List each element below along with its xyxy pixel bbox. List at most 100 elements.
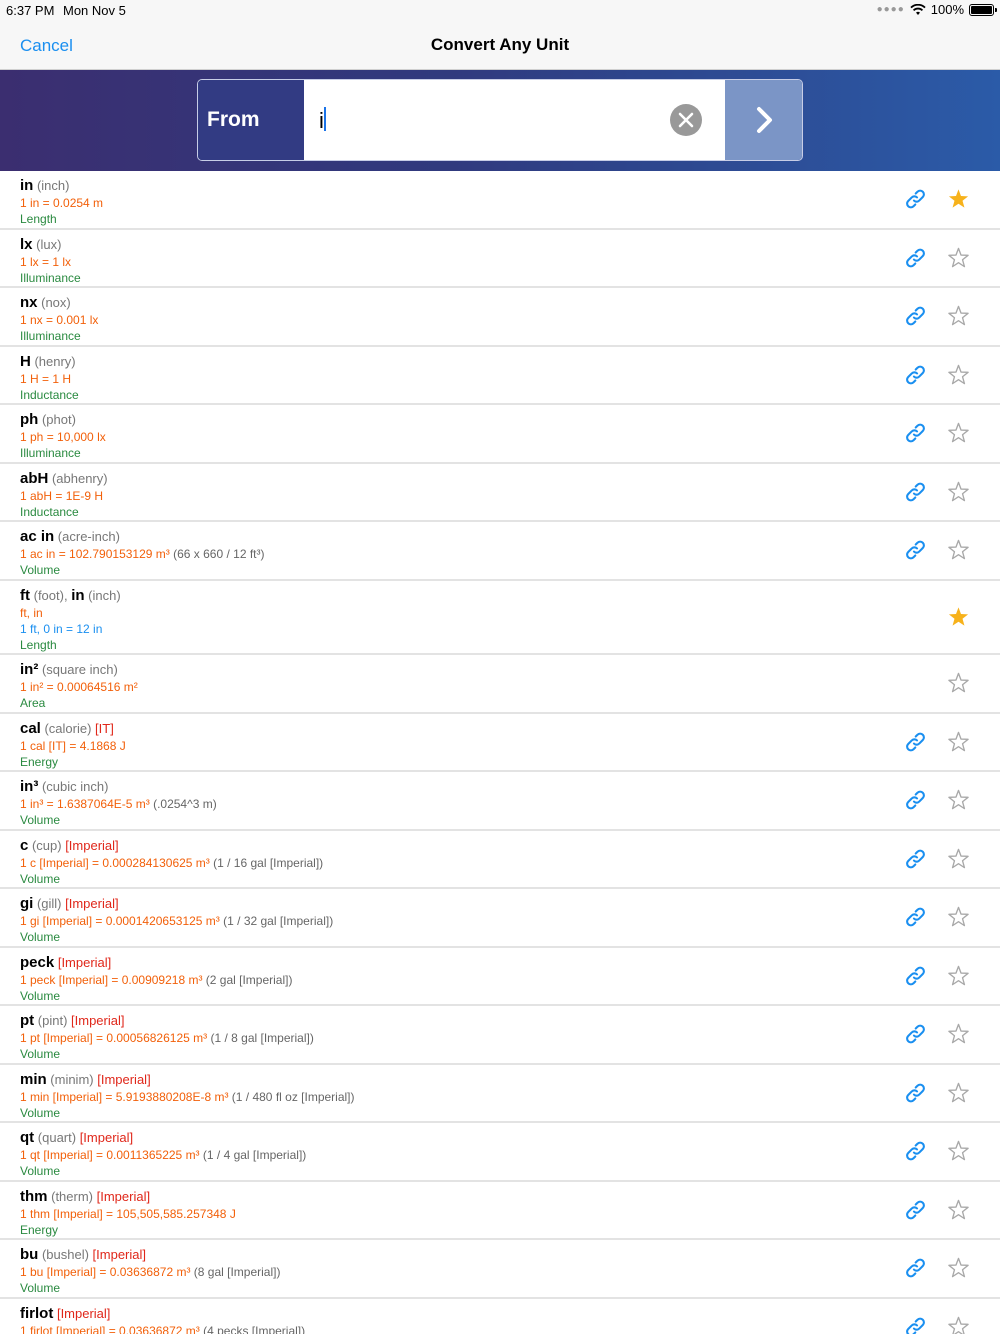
unit-name: (lux) bbox=[32, 236, 62, 252]
from-input[interactable]: i bbox=[304, 80, 725, 160]
unit-symbol: thm bbox=[20, 1187, 48, 1205]
unit-row[interactable]: ph (phot) 1 ph = 10,000 lx Illuminance bbox=[0, 405, 1000, 464]
unit-category: Volume bbox=[20, 930, 61, 944]
unit-row[interactable]: peck [Imperial] 1 peck [Imperial] = 0.009… bbox=[0, 948, 1000, 1006]
unit-symbol: abH bbox=[20, 469, 49, 487]
unit-title: abH (abhenry) bbox=[20, 470, 980, 487]
link-icon[interactable] bbox=[903, 1256, 928, 1281]
star-outline-icon[interactable] bbox=[947, 422, 970, 445]
link-icon[interactable] bbox=[903, 1314, 928, 1334]
star-outline-icon[interactable] bbox=[947, 480, 970, 503]
unit-formula: 1 ph = 10,000 lx bbox=[20, 430, 106, 444]
unit-row[interactable]: in (inch) 1 in = 0.0254 m Length bbox=[0, 171, 1000, 230]
link-icon[interactable] bbox=[903, 362, 928, 387]
link-icon[interactable] bbox=[903, 1080, 928, 1105]
unit-formula-line: 1 lx = 1 lx bbox=[20, 254, 980, 270]
unit-name: (square inch) bbox=[38, 662, 118, 677]
link-icon[interactable] bbox=[903, 538, 928, 563]
star-filled-icon[interactable] bbox=[947, 605, 970, 628]
link-icon[interactable] bbox=[903, 905, 928, 930]
star-outline-icon[interactable] bbox=[947, 1198, 970, 1221]
unit-symbol: qt bbox=[20, 1129, 35, 1146]
unit-category: Volume bbox=[20, 871, 61, 886]
star-outline-icon[interactable] bbox=[947, 539, 970, 562]
star-outline-icon[interactable] bbox=[947, 906, 970, 929]
unit-title: firlot [Imperial] bbox=[20, 1305, 980, 1322]
unit-row[interactable]: qt (quart) [Imperial] 1 qt [Imperial] = 0… bbox=[0, 1123, 1000, 1182]
unit-formula-line: 1 ph = 10,000 lx bbox=[20, 429, 980, 445]
unit-row[interactable]: firlot [Imperial] 1 firlot [Imperial] = 0… bbox=[0, 1299, 1000, 1334]
unit-title: ph (phot) bbox=[20, 411, 980, 428]
unit-row[interactable]: min (minim) [Imperial] 1 min [Imperial] =… bbox=[0, 1065, 1000, 1123]
unit-formula-line: 1 thm [Imperial] = 105,505,585.257348 J bbox=[20, 1206, 980, 1222]
link-icon[interactable] bbox=[903, 1139, 928, 1164]
unit-name: (pint) bbox=[34, 1013, 72, 1028]
star-outline-icon[interactable] bbox=[947, 847, 970, 870]
link-icon[interactable] bbox=[903, 846, 928, 871]
unit-name: (minim) bbox=[46, 1071, 98, 1087]
unit-category: Volume bbox=[20, 1105, 61, 1120]
unit-row[interactable]: thm (therm) [Imperial] 1 thm [Imperial] =… bbox=[0, 1182, 1000, 1240]
unit-example: 1 ft, 0 in = 12 in bbox=[20, 621, 103, 636]
unit-formula: 1 in² = 0.00064516 m² bbox=[20, 680, 138, 694]
link-icon[interactable] bbox=[903, 245, 928, 270]
clear-button[interactable] bbox=[670, 104, 702, 136]
link-icon[interactable] bbox=[903, 1022, 928, 1047]
link-icon[interactable] bbox=[903, 963, 928, 988]
unit-row[interactable]: H (henry) 1 H = 1 H Inductance bbox=[0, 347, 1000, 405]
unit-title: gi (gill) [Imperial] bbox=[20, 895, 980, 912]
star-outline-icon[interactable] bbox=[947, 1081, 970, 1104]
star-outline-icon[interactable] bbox=[947, 363, 970, 386]
link-icon[interactable] bbox=[903, 421, 928, 446]
unit-row[interactable]: ft (foot), in (inch) ft, in 1 ft, 0 in = 1… bbox=[0, 581, 1000, 655]
link-icon[interactable] bbox=[903, 729, 928, 754]
unit-formula-line: 1 H = 1 H bbox=[20, 371, 980, 387]
link-icon[interactable] bbox=[903, 479, 928, 504]
unit-qualifier: [Imperial] bbox=[79, 1130, 134, 1145]
unit-category: Energy bbox=[20, 754, 59, 769]
star-outline-icon[interactable] bbox=[947, 1140, 970, 1163]
unit-row[interactable]: in² (square inch) 1 in² = 0.00064516 m² Ar… bbox=[0, 655, 1000, 714]
star-outline-icon[interactable] bbox=[947, 246, 970, 269]
star-outline-icon[interactable] bbox=[947, 789, 970, 812]
star-outline-icon[interactable] bbox=[947, 1257, 970, 1280]
unit-formula-note: (1 / 480 fl oz [Imperial]) bbox=[228, 1089, 355, 1104]
unit-row[interactable]: lx (lux) 1 lx = 1 lx Illuminance bbox=[0, 230, 1000, 288]
go-button[interactable] bbox=[725, 80, 802, 160]
star-outline-icon[interactable] bbox=[947, 730, 970, 753]
unit-row[interactable]: in³ (cubic inch) 1 in³ = 1.6387064E-5 m³ … bbox=[0, 772, 1000, 831]
star-outline-icon[interactable] bbox=[947, 964, 970, 987]
unit-symbol: pt bbox=[20, 1012, 35, 1029]
unit-qualifier: [Imperial] bbox=[71, 1013, 125, 1028]
star-outline-icon[interactable] bbox=[947, 1023, 970, 1046]
link-icon[interactable] bbox=[903, 304, 928, 329]
unit-row[interactable]: pt (pint) [Imperial] 1 pt [Imperial] = 0.… bbox=[0, 1006, 1000, 1065]
unit-title: ac in (acre-inch) bbox=[20, 528, 980, 545]
unit-row[interactable]: ac in (acre-inch) 1 ac in = 102.790153129… bbox=[0, 522, 1000, 581]
unit-row[interactable]: cal (calorie) [IT] 1 cal [IT] = 4.1868 JE… bbox=[0, 714, 1000, 772]
nav-bar: Cancel Convert Any Unit bbox=[0, 22, 1000, 70]
unit-formula: 1 in = 0.0254 m bbox=[20, 196, 104, 210]
unit-category: Energy bbox=[20, 1222, 59, 1237]
unit-symbol: cal bbox=[20, 719, 41, 737]
link-icon[interactable] bbox=[903, 788, 928, 813]
link-icon[interactable] bbox=[903, 1197, 928, 1222]
star-outline-icon[interactable] bbox=[947, 1315, 970, 1334]
star-outline-icon[interactable] bbox=[947, 672, 970, 695]
unit-name: (quart) bbox=[34, 1130, 80, 1145]
unit-formula: 1 firlot [Imperial] = 0.03636872 m³ bbox=[20, 1323, 200, 1334]
link-icon[interactable] bbox=[903, 187, 928, 212]
battery-icon bbox=[969, 3, 997, 16]
unit-row[interactable]: bu (bushel) [Imperial] 1 bu [Imperial] = … bbox=[0, 1240, 1000, 1299]
unit-formula-line: 1 in = 0.0254 m bbox=[20, 195, 980, 211]
unit-row[interactable]: c (cup) [Imperial] 1 c [Imperial] = 0.000… bbox=[0, 831, 1000, 889]
unit-formula-note: (.0254^3 m) bbox=[149, 797, 217, 811]
from-label: From bbox=[198, 80, 304, 160]
unit-row[interactable]: nx (nox) 1 nx = 0.001 lx Illuminance bbox=[0, 288, 1000, 347]
unit-formula: 1 cal [IT] = 4.1868 J bbox=[20, 738, 126, 753]
unit-row[interactable]: abH (abhenry) 1 abH = 1E-9 H Inductance bbox=[0, 464, 1000, 522]
star-outline-icon[interactable] bbox=[947, 305, 970, 328]
unit-title: peck [Imperial] bbox=[20, 954, 980, 971]
star-filled-icon[interactable] bbox=[947, 188, 970, 211]
unit-row[interactable]: gi (gill) [Imperial] 1 gi [Imperial] = 0.… bbox=[0, 889, 1000, 948]
